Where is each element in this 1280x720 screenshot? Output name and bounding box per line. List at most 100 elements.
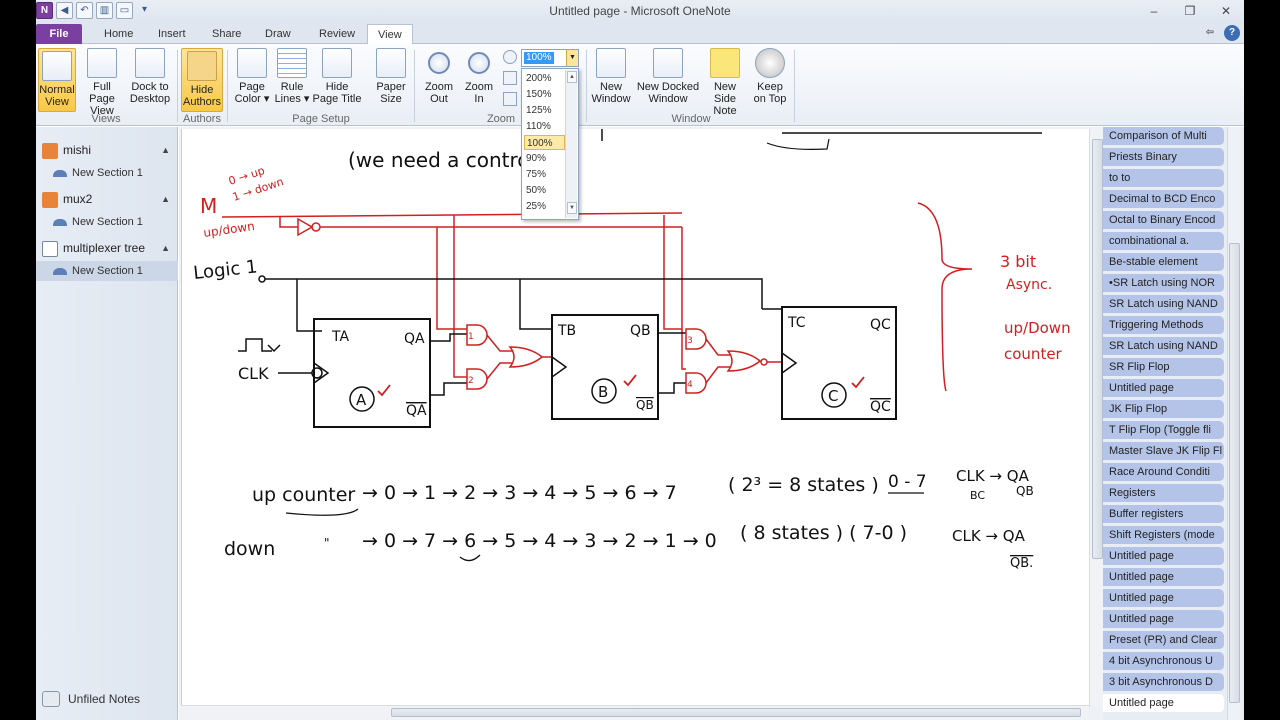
- paper-size-button[interactable]: Paper Size: [372, 48, 410, 105]
- tab-view[interactable]: View: [367, 24, 413, 44]
- notebook-mux2[interactable]: mux2 ▲: [36, 188, 178, 211]
- scroll-thumb[interactable]: [1229, 243, 1240, 703]
- page-tab[interactable]: SR Flip Flop: [1103, 358, 1224, 377]
- zoom-option[interactable]: 200%: [524, 71, 565, 86]
- page-tab[interactable]: JK Flip Flop: [1103, 400, 1224, 419]
- ff-a-qbar-label: QA: [406, 403, 427, 419]
- zoom-in-button[interactable]: Zoom In: [460, 48, 498, 105]
- dock-to-desktop-button[interactable]: Dock to Desktop: [128, 48, 172, 105]
- page-tab[interactable]: Untitled page: [1103, 379, 1224, 398]
- clock-edge-arrow: [267, 344, 281, 353]
- page-tab[interactable]: Untitled page: [1103, 610, 1224, 629]
- page-tab[interactable]: 4 bit Asynchronous U: [1103, 652, 1224, 671]
- hide-authors-button[interactable]: Hide Authors: [181, 48, 223, 112]
- section-item[interactable]: New Section 1: [36, 212, 178, 232]
- section-item[interactable]: New Section 1: [36, 163, 178, 183]
- page-tab[interactable]: Race Around Conditi: [1103, 463, 1224, 482]
- ink-up-clk: CLK → QA: [956, 467, 1030, 485]
- zoom-out-label: Zoom Out: [424, 81, 454, 105]
- ff-b-clock-triangle: [551, 356, 568, 378]
- page-tab[interactable]: Decimal to BCD Enco: [1103, 190, 1224, 209]
- page-tab[interactable]: T Flip Flop (Toggle fli: [1103, 421, 1224, 440]
- section-item-selected[interactable]: New Section 1: [36, 261, 178, 281]
- normal-view-button[interactable]: Normal View: [38, 48, 76, 112]
- new-docked-window-button[interactable]: New Docked Window: [636, 48, 700, 105]
- page-tab[interactable]: Preset (PR) and Clear: [1103, 631, 1224, 650]
- page-tab[interactable]: to to: [1103, 169, 1224, 188]
- zoom-option[interactable]: 90%: [524, 151, 565, 166]
- zoom-option[interactable]: 75%: [524, 167, 565, 182]
- scroll-up-icon[interactable]: ▲: [567, 71, 577, 83]
- chevron-up-icon[interactable]: ▲: [161, 188, 170, 211]
- page-tab[interactable]: Untitled page: [1103, 589, 1224, 608]
- group-separator: [586, 50, 587, 122]
- help-icon[interactable]: ?: [1224, 25, 1240, 41]
- collapse-ribbon-icon[interactable]: ⇦: [1202, 25, 1218, 41]
- full-page-view-button[interactable]: Full Page View: [80, 48, 124, 117]
- logic1-node: [258, 275, 266, 283]
- unfiled-notes-label: Unfiled Notes: [68, 692, 141, 706]
- chevron-up-icon[interactable]: ▲: [161, 139, 170, 162]
- notebook-mishi[interactable]: mishi ▲: [36, 139, 178, 162]
- tab-share[interactable]: Share: [202, 24, 251, 44]
- page-tab[interactable]: Triggering Methods: [1103, 316, 1224, 335]
- page-tab[interactable]: Shift Registers (mode: [1103, 526, 1224, 545]
- unfiled-notes[interactable]: Unfiled Notes: [40, 690, 140, 708]
- rule-lines-button[interactable]: Rule Lines ▾: [274, 48, 310, 105]
- page-tab[interactable]: SR Latch using NAND: [1103, 295, 1224, 314]
- page-tab[interactable]: combinational a.: [1103, 232, 1224, 251]
- side-note-line4: counter: [1004, 345, 1063, 363]
- ff-c-qbar-label: QC: [870, 399, 891, 415]
- tab-insert[interactable]: Insert: [148, 24, 196, 44]
- close-icon[interactable]: ✕: [1208, 0, 1244, 22]
- page-tab[interactable]: Buffer registers: [1103, 505, 1224, 524]
- zoom-dropdown-arrow-icon[interactable]: ▼: [566, 50, 578, 66]
- scroll-thumb[interactable]: [391, 708, 1081, 717]
- one-page-icon[interactable]: [503, 92, 517, 106]
- zoom-combobox[interactable]: 100% ▼: [521, 49, 579, 67]
- zoom-option[interactable]: 110%: [524, 119, 565, 134]
- title-bar: N ◀ ↶ ▥ ▭ ▾ Untitled page - Microsoft On…: [36, 0, 1244, 22]
- zoom-option[interactable]: 50%: [524, 183, 565, 198]
- page-tab[interactable]: 3 bit Asynchronous D: [1103, 673, 1224, 692]
- page-tabs-scrollbar[interactable]: [1227, 127, 1241, 720]
- notebook-multiplexer-tree[interactable]: multiplexer tree ▲: [36, 237, 178, 260]
- or-gate-1: [508, 346, 544, 368]
- scroll-thumb[interactable]: [1092, 139, 1103, 559]
- page-tab-current[interactable]: Untitled page: [1103, 694, 1224, 713]
- zoom-option[interactable]: 25%: [524, 199, 565, 214]
- canvas-horizontal-scrollbar[interactable]: [181, 705, 1089, 719]
- page-tab[interactable]: Untitled page: [1103, 547, 1224, 566]
- zoom-option[interactable]: 150%: [524, 87, 565, 102]
- tab-home[interactable]: Home: [94, 24, 143, 44]
- tab-review[interactable]: Review: [309, 24, 365, 44]
- page-tab[interactable]: Octal to Binary Encod: [1103, 211, 1224, 230]
- zoom-out-button[interactable]: Zoom Out: [420, 48, 458, 105]
- wire: [663, 215, 682, 330]
- restore-icon[interactable]: ❐: [1172, 0, 1208, 22]
- page-tab[interactable]: Untitled page: [1103, 568, 1224, 587]
- page-width-icon[interactable]: [503, 71, 517, 85]
- scroll-down-icon[interactable]: ▼: [567, 202, 577, 214]
- new-window-button[interactable]: New Window: [588, 48, 634, 105]
- page-tab[interactable]: Master Slave JK Flip Fl: [1103, 442, 1224, 461]
- zoom-option[interactable]: 125%: [524, 103, 565, 118]
- page-canvas[interactable]: (we need a control Pin) M 0 → up 1 → dow…: [181, 129, 1089, 707]
- page-tab[interactable]: Registers: [1103, 484, 1224, 503]
- page-color-button[interactable]: Page Color ▾: [231, 48, 273, 105]
- chevron-up-icon[interactable]: ▲: [161, 237, 170, 260]
- tab-file[interactable]: File: [36, 24, 82, 44]
- page-tab[interactable]: •SR Latch using NOR: [1103, 274, 1224, 293]
- keep-on-top-button[interactable]: Keep on Top: [750, 48, 790, 105]
- new-side-note-button[interactable]: New Side Note: [702, 48, 748, 117]
- tab-draw[interactable]: Draw: [255, 24, 301, 44]
- authors-icon: [187, 51, 217, 81]
- page-tab[interactable]: SR Latch using NAND: [1103, 337, 1224, 356]
- page-tab[interactable]: Comparison of Multi: [1103, 127, 1224, 146]
- zoom-option-selected[interactable]: 100%: [524, 135, 565, 150]
- page-tab[interactable]: Be-stable element: [1103, 253, 1224, 272]
- page-tab[interactable]: Priests Binary: [1103, 148, 1224, 167]
- minimize-icon[interactable]: –: [1136, 0, 1172, 22]
- zoom-list-scrollbar[interactable]: ▲ ▼: [565, 70, 577, 218]
- hide-page-title-button[interactable]: Hide Page Title: [312, 48, 362, 105]
